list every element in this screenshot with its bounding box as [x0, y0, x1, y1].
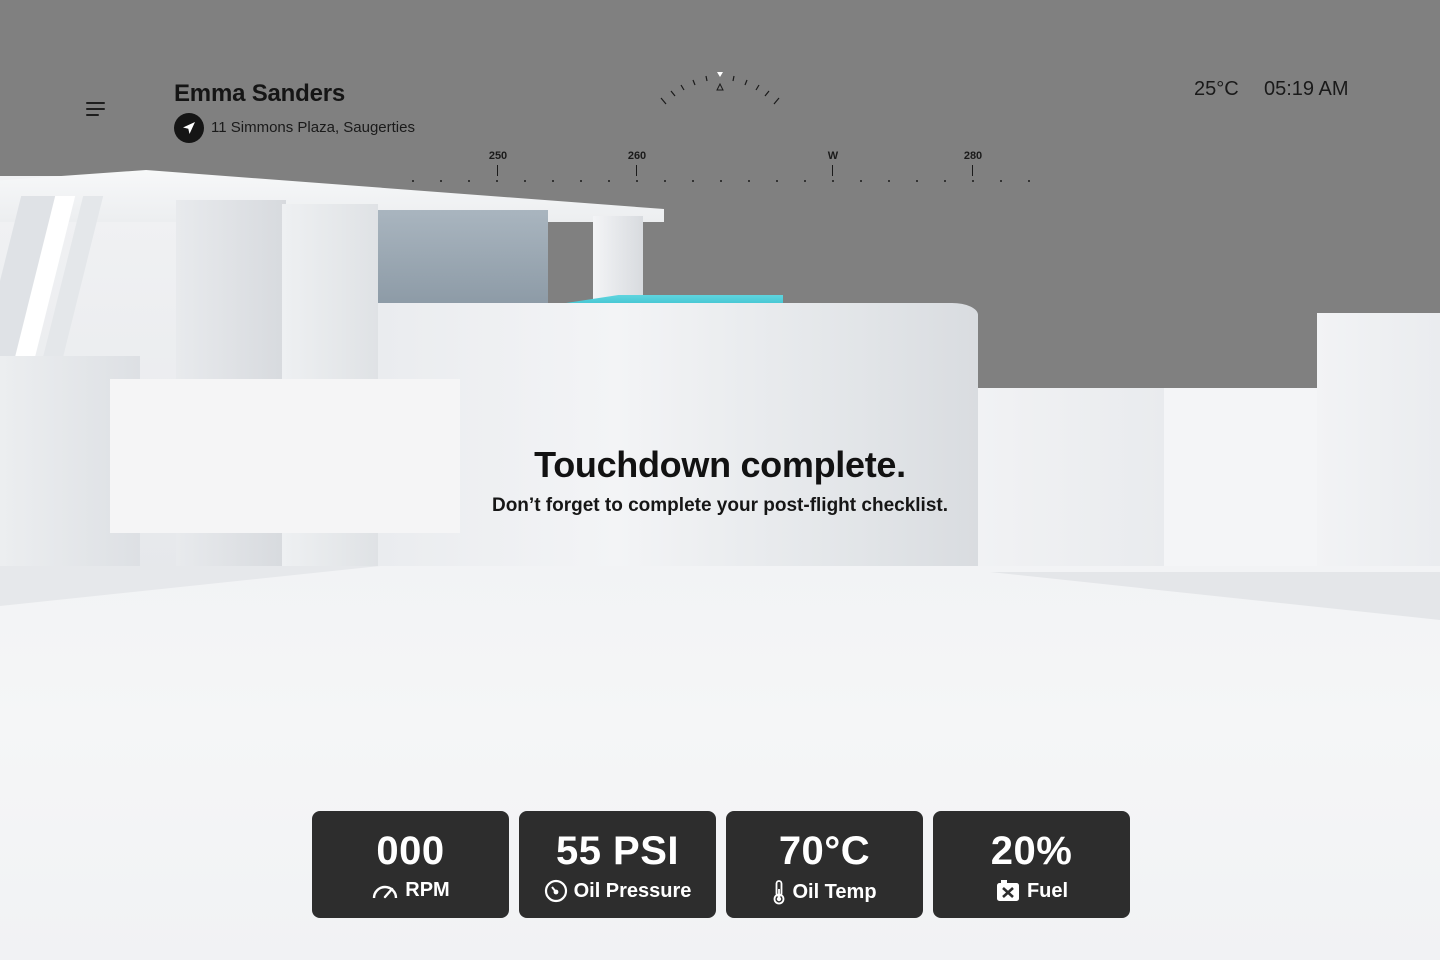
- heading-dot: [888, 180, 890, 182]
- heading-dot: [916, 180, 918, 182]
- navigation-icon[interactable]: [174, 113, 204, 143]
- attitude-indicator: [660, 72, 780, 105]
- gauge-label: Fuel: [1026, 879, 1069, 902]
- gauge-value: 55 PSI: [555, 829, 680, 873]
- gauge-rpm: 000 RPM: [312, 811, 509, 918]
- heading-dot: [692, 180, 694, 182]
- heading-dot: [524, 180, 526, 182]
- heading-label: 250: [488, 150, 508, 162]
- heading-dot: [496, 180, 498, 182]
- building-right-tall: [1317, 313, 1440, 573]
- building-glass: [378, 210, 548, 314]
- heading-dot: [636, 180, 638, 182]
- fuel-icon: [995, 879, 1021, 903]
- heading-dot: [748, 180, 750, 182]
- heading-dot: [468, 180, 470, 182]
- heading-dot: [664, 180, 666, 182]
- heading-tick: [497, 165, 498, 176]
- gauge-label: Oil Temp: [792, 880, 877, 903]
- oil-pressure-icon: [544, 879, 568, 903]
- gauge-oil-temp: 70°C Oil Temp: [726, 811, 923, 918]
- status-subtitle: Don’t forget to complete your post-fligh…: [491, 495, 949, 516]
- heading-dot: [972, 180, 974, 182]
- status-title: Touchdown complete.: [534, 444, 906, 485]
- speedometer-icon: [371, 882, 399, 900]
- user-name: Emma Sanders: [174, 80, 346, 107]
- heading-dot: [860, 180, 862, 182]
- heading-dot: [412, 180, 414, 182]
- heading-dot: [776, 180, 778, 182]
- heading-tick: [832, 165, 833, 176]
- heading-label: 260: [627, 150, 647, 162]
- menu-button[interactable]: [86, 101, 106, 117]
- heading-dot: [440, 180, 442, 182]
- heading-dot: [944, 180, 946, 182]
- ground-plane: [0, 566, 1440, 960]
- heading-tick: [636, 165, 637, 176]
- heading-dot: [608, 180, 610, 182]
- heading-dot: [804, 180, 806, 182]
- gauge-value: 000: [376, 829, 445, 873]
- location-text: 11 Simmons Plaza, Saugerties: [211, 119, 415, 136]
- heading-dot: [832, 180, 834, 182]
- heading-label: 280: [963, 150, 983, 162]
- building-center: [378, 303, 978, 571]
- gauge-label: Oil Pressure: [573, 879, 692, 902]
- gauge-fuel: 20% Fuel: [933, 811, 1130, 918]
- clock-readout: 05:19 AM: [1264, 78, 1349, 100]
- heading-dot: [580, 180, 582, 182]
- heading-dot: [1000, 180, 1002, 182]
- gauge-value: 20%: [990, 829, 1073, 873]
- heading-dot: [552, 180, 554, 182]
- thermometer-icon: [772, 879, 786, 905]
- heading-label: W: [827, 150, 839, 162]
- heading-dot: [720, 180, 722, 182]
- gauge-oil-pressure: 55 PSI Oil Pressure: [519, 811, 716, 918]
- temperature-readout: 25°C: [1194, 78, 1239, 100]
- gauge-label: RPM: [405, 879, 450, 901]
- heading-tick: [972, 165, 973, 176]
- heading-dot: [1028, 180, 1030, 182]
- gauge-value: 70°C: [778, 829, 871, 873]
